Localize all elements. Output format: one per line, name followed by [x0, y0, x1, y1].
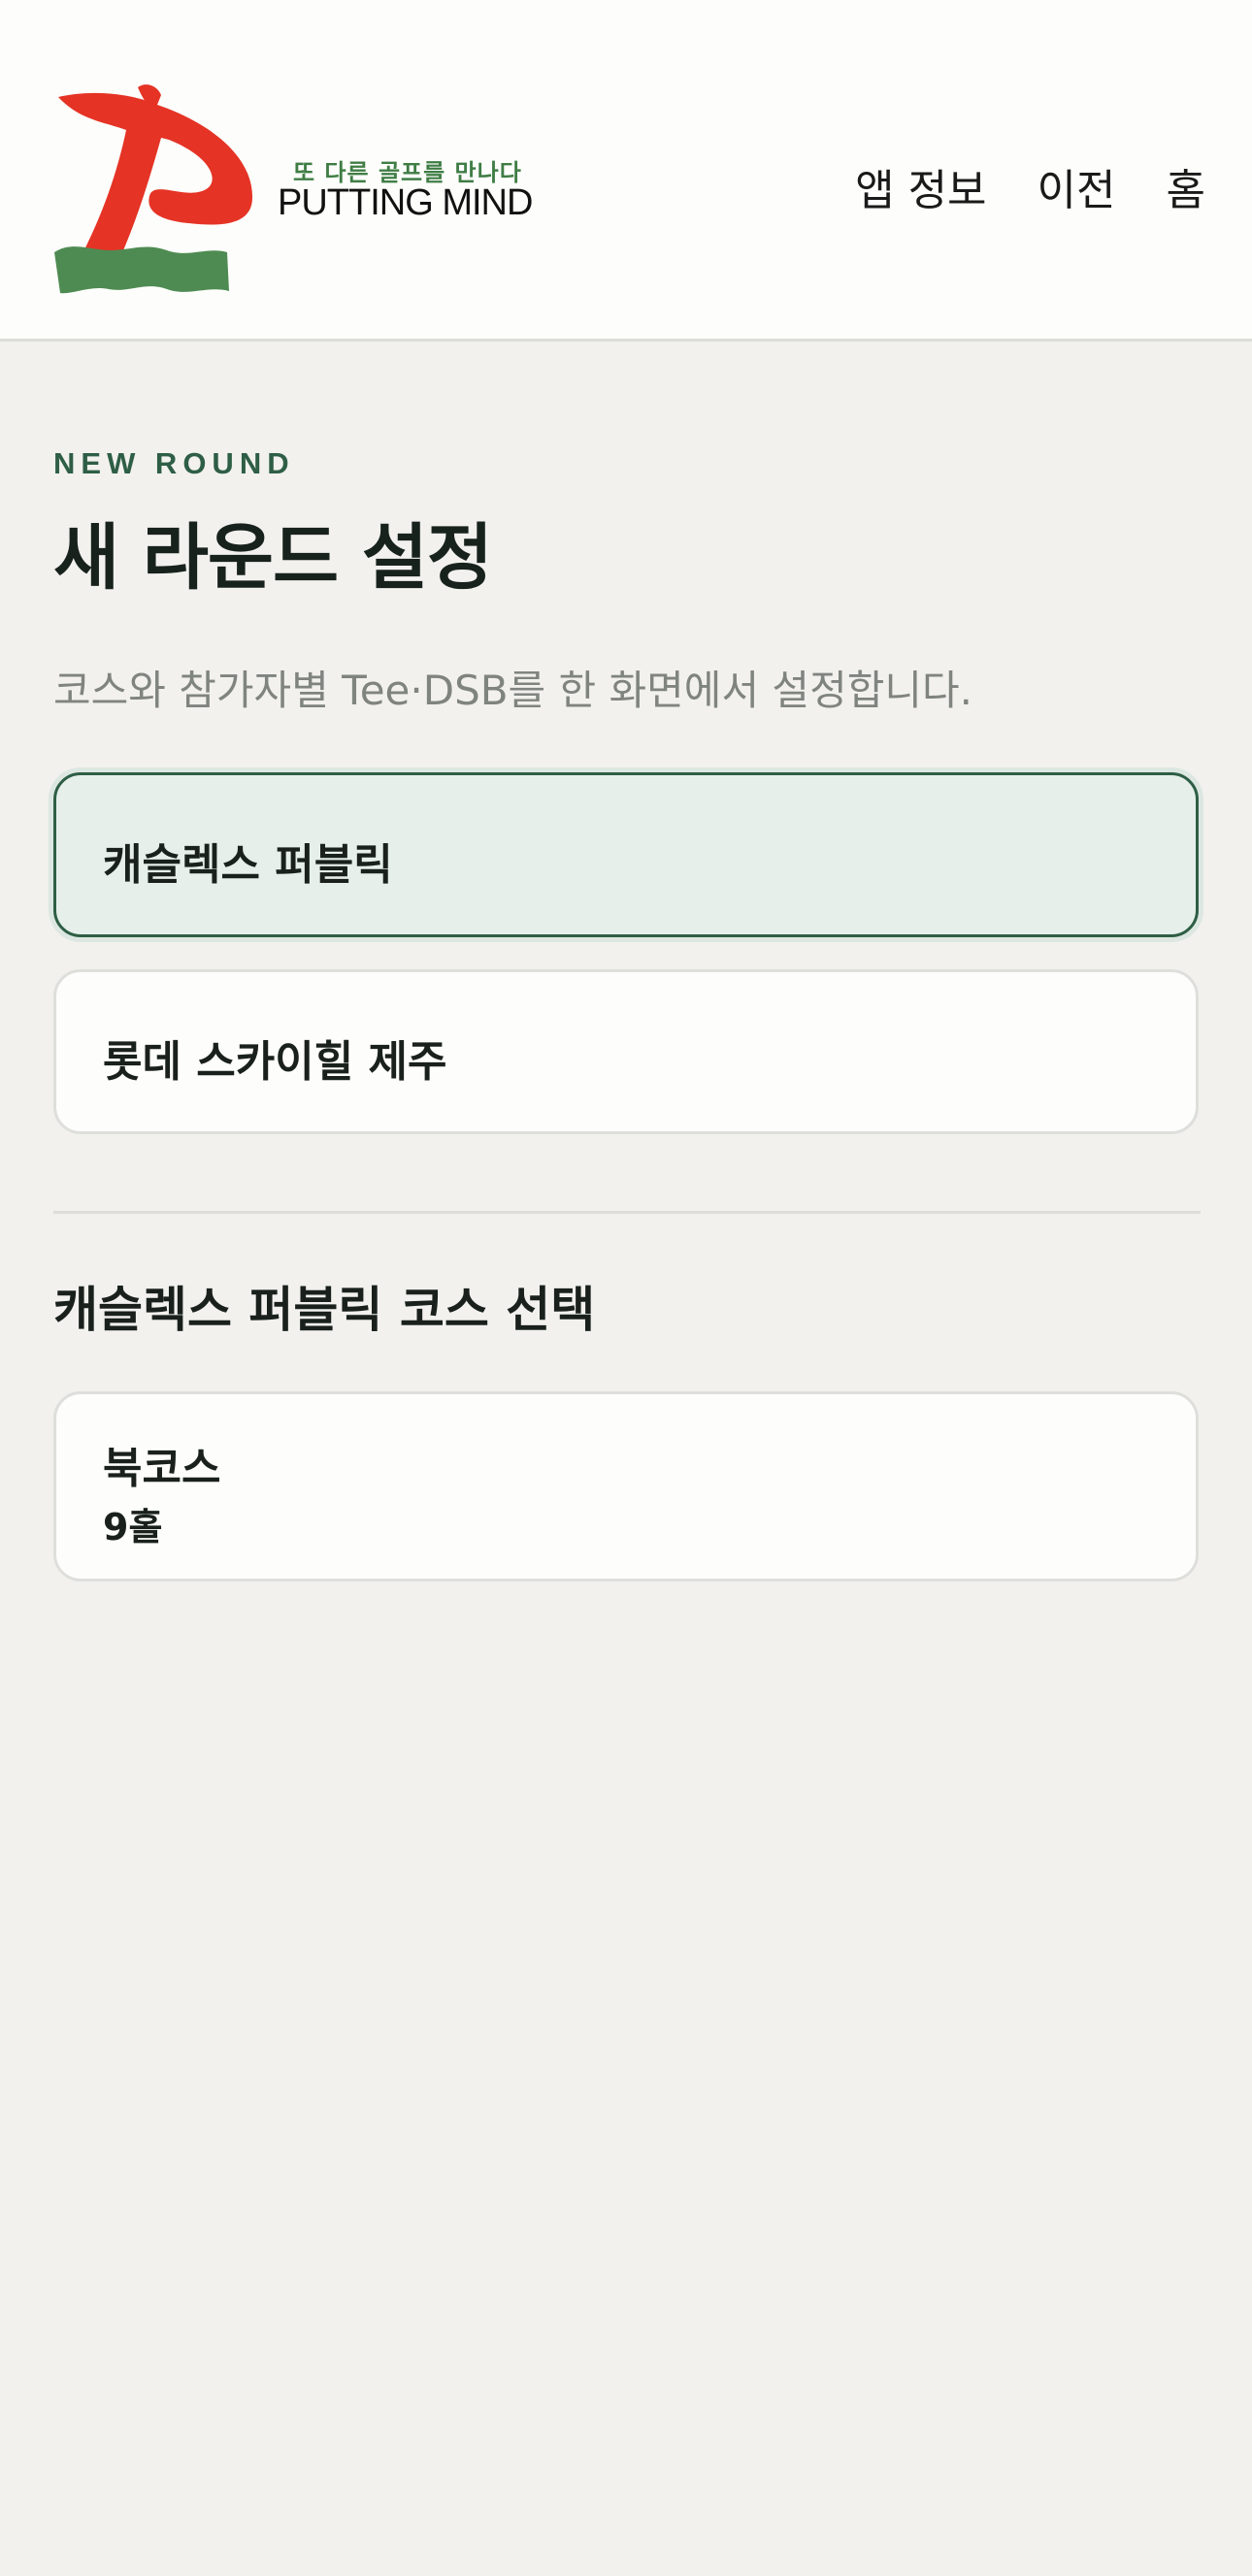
putting-mind-logo[interactable]: 또 다른 골프를 만나다 PUTTING MIND	[52, 80, 547, 295]
club-option-castlex-public[interactable]: 캐슬렉스 퍼블릭	[53, 772, 1199, 937]
course-option-north[interactable]: 북코스 9홀	[53, 1391, 1199, 1581]
page-subtitle: 코스와 참가자별 Tee·DSB를 한 화면에서 설정합니다.	[53, 667, 972, 714]
nav-app-info-link[interactable]: 앱 정보	[855, 155, 986, 217]
club-option-label: 롯데 스카이힐 제주	[103, 1037, 447, 1087]
page-eyebrow: NEW ROUND	[53, 446, 295, 480]
app-header: 또 다른 골프를 만나다 PUTTING MIND 앱 정보 이전 홈	[0, 0, 1252, 342]
course-name: 북코스	[103, 1444, 221, 1493]
section-divider	[53, 1211, 1201, 1214]
course-holes: 9홀	[103, 1506, 163, 1549]
logo-wordmark: PUTTING MIND	[278, 182, 533, 223]
club-option-lotte-skyhill-jeju[interactable]: 롯데 스카이힐 제주	[53, 969, 1199, 1134]
top-nav: 앱 정보 이전 홈	[855, 155, 1205, 217]
course-section-title: 캐슬렉스 퍼블릭 코스 선택	[53, 1282, 596, 1338]
nav-home-link[interactable]: 홈	[1167, 155, 1205, 217]
nav-back-link[interactable]: 이전	[1038, 155, 1116, 217]
putting-mind-logo-mark-icon	[54, 84, 253, 294]
page-title: 새 라운드 설정	[53, 516, 493, 600]
club-option-label: 캐슬렉스 퍼블릭	[103, 840, 393, 890]
